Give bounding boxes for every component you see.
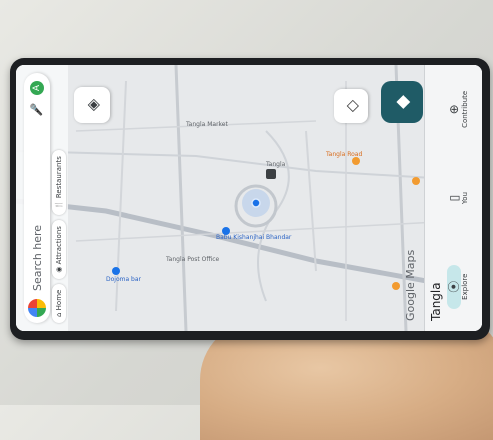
search-bar[interactable]: Search here 🎤 A — [24, 73, 50, 323]
map-label: Tangla Post Office — [165, 256, 219, 263]
layers-button[interactable]: ◈ — [74, 87, 110, 123]
plus-icon: ⊕ — [447, 104, 461, 115]
chip-row: ⌂ Home ◉ Attractions 🍴 Restaurants — [52, 150, 66, 323]
google-maps-logo-icon — [28, 299, 46, 317]
chip-restaurants[interactable]: 🍴 Restaurants — [52, 150, 66, 216]
map-label: Tangla Road — [325, 151, 362, 158]
poi-marker-blue — [112, 267, 120, 275]
nav-explore[interactable]: ⦿ Explore — [447, 264, 469, 309]
fork-knife-icon: 🍴 — [55, 198, 63, 210]
search-input[interactable]: Search here — [31, 117, 44, 291]
camera-icon: ◉ — [55, 264, 63, 273]
transit-marker — [266, 169, 276, 179]
poi-marker-orange — [352, 157, 360, 165]
compass-icon: ◇ — [341, 99, 361, 113]
poi-marker-orange — [392, 282, 400, 290]
map-label: Tangla Market — [185, 121, 228, 128]
top-bar: Search here 🎤 A ⌂ Home ◉ Attractions 🍴 R… — [16, 65, 68, 331]
pin-icon: ⦿ — [447, 264, 461, 309]
phone-screen: Tangla Post Office Dojoma bar Babu Kisha… — [16, 65, 482, 331]
place-title: Tangla — [429, 282, 443, 321]
bookmark-icon: ▯ — [447, 194, 461, 202]
maps-app: Tangla Post Office Dojoma bar Babu Kisha… — [16, 65, 482, 331]
compass-button[interactable]: ◇ — [334, 89, 368, 123]
bottom-nav: ⦿ Explore ▯ You ⊕ Contribute — [447, 65, 469, 331]
bottom-bar: Tangla ⦿ Explore ▯ You ⊕ Contribute — [424, 65, 482, 331]
home-icon: ⌂ — [55, 310, 63, 317]
nav-you[interactable]: ▯ You — [447, 176, 469, 220]
nav-contribute[interactable]: ⊕ Contribute — [447, 87, 469, 131]
map-label: Tangla — [265, 161, 286, 168]
directions-icon: ◆ — [391, 95, 413, 109]
avatar[interactable]: A — [30, 81, 44, 95]
phone: Tangla Post Office Dojoma bar Babu Kisha… — [10, 58, 490, 340]
map-label: Dojoma bar — [106, 276, 142, 283]
google-logo: Google Maps — [404, 249, 417, 321]
chip-attractions[interactable]: ◉ Attractions — [52, 220, 66, 279]
map-label: Babu Kishanjhai Bhandar — [216, 234, 292, 241]
layers-icon: ◈ — [82, 98, 102, 112]
poi-marker-orange — [412, 177, 420, 185]
mic-icon[interactable]: 🎤 — [30, 103, 44, 117]
directions-button[interactable]: ◆ — [381, 81, 423, 123]
chip-home[interactable]: ⌂ Home — [52, 283, 66, 323]
